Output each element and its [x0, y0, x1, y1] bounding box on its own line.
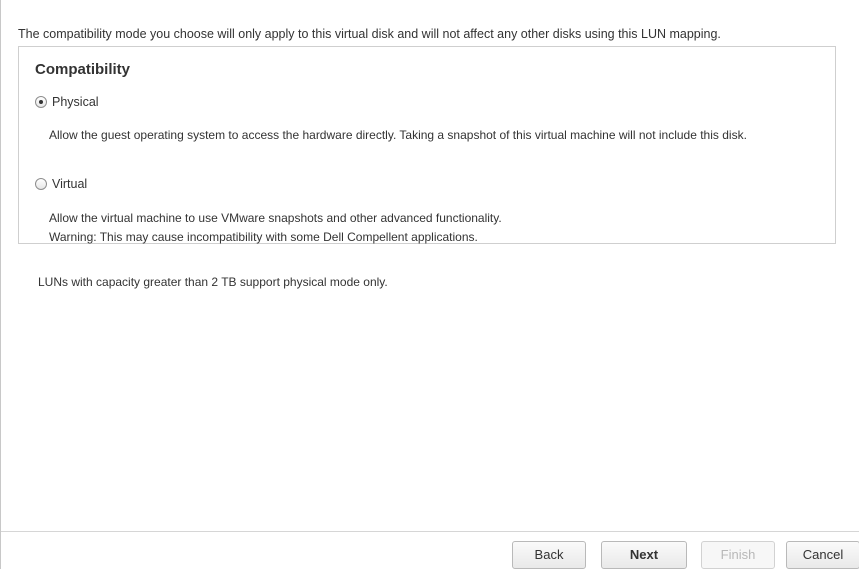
compatibility-title: Compatibility	[35, 61, 131, 78]
cancel-button[interactable]: Cancel	[786, 541, 859, 569]
compatibility-panel: Compatibility Physical Allow the guest o…	[18, 46, 836, 244]
virtual-option[interactable]: Virtual	[35, 177, 87, 191]
physical-option[interactable]: Physical	[35, 95, 99, 109]
virtual-radio-button[interactable]	[35, 178, 47, 190]
next-button[interactable]: Next	[601, 541, 687, 569]
physical-label[interactable]: Physical	[52, 95, 99, 109]
virtual-description: Allow the virtual machine to use VMware …	[49, 211, 502, 225]
compatibility-dialog: The compatibility mode you choose will o…	[0, 0, 859, 569]
virtual-label[interactable]: Virtual	[52, 177, 87, 191]
footer-divider	[1, 531, 859, 532]
back-button[interactable]: Back	[512, 541, 586, 569]
capacity-note: LUNs with capacity greater than 2 TB sup…	[38, 275, 388, 289]
intro-text: The compatibility mode you choose will o…	[18, 27, 721, 41]
physical-radio-button[interactable]	[35, 96, 47, 108]
finish-button[interactable]: Finish	[701, 541, 775, 569]
virtual-warning: Warning: This may cause incompatibility …	[49, 230, 478, 244]
physical-description: Allow the guest operating system to acce…	[49, 128, 747, 142]
